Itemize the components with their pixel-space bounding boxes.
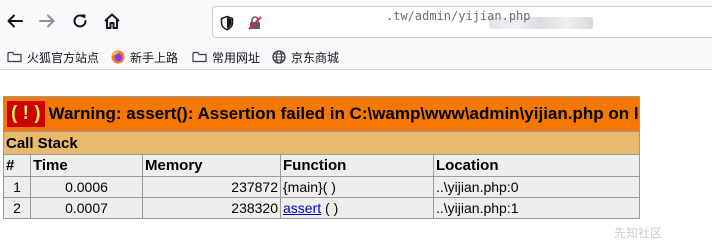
cell-memory: 238320	[142, 197, 281, 219]
column-header-memory: Memory	[142, 154, 281, 177]
xdebug-error-table: ( ! ) Warning: assert(): Assertion failed…	[3, 96, 640, 219]
bookmark-label: 常用网址	[212, 50, 261, 65]
forward-button[interactable]	[32, 6, 62, 36]
cell-time: 0.0007	[30, 197, 143, 219]
shield-icon[interactable]	[218, 14, 236, 32]
watermark: 先知社区	[614, 226, 663, 240]
column-header-location: Location	[433, 154, 640, 177]
call-stack-row: Call Stack	[3, 131, 640, 155]
warning-badge: ( ! )	[7, 101, 45, 127]
back-arrow-icon	[7, 14, 23, 28]
cell-location: ..\yijian.php:1	[433, 197, 640, 219]
column-header-time: Time	[30, 154, 143, 177]
forward-arrow-icon	[39, 14, 55, 28]
column-header-function: Function	[280, 154, 434, 177]
url-path: .tw/admin/yijian.php	[386, 9, 531, 23]
cell-function: {main}( )	[280, 176, 434, 198]
bookmark-common-sites[interactable]: 常用网址	[192, 47, 260, 67]
warning-header: ( ! ) Warning: assert(): Assertion failed…	[3, 96, 640, 132]
cell-function: assert ( )	[280, 197, 434, 219]
firefox-icon	[111, 50, 125, 64]
cell-time: 0.0006	[30, 176, 143, 198]
bookmark-label: 火狐官方站点	[27, 50, 100, 65]
cell-memory: 237872	[142, 176, 281, 198]
bookmark-firefox-official[interactable]: 火狐官方站点	[7, 47, 99, 67]
call-stack-title: Call Stack	[3, 131, 640, 155]
folder-icon	[7, 51, 22, 63]
bookmark-label: 新手上路	[130, 50, 179, 65]
insecure-lock-icon[interactable]	[246, 14, 264, 32]
function-suffix: ( )	[321, 200, 339, 216]
bookmark-label: 京东商城	[291, 50, 340, 65]
reload-button[interactable]	[65, 6, 95, 36]
bookmark-getting-started[interactable]: 新手上路	[111, 47, 178, 67]
cell-number: 1	[3, 176, 31, 198]
bookmarks-toolbar: 火狐官方站点 新手上路 常用网址 京东商城	[0, 44, 712, 70]
warning-message-text: Warning: assert(): Assertion failed in C…	[48, 104, 640, 123]
back-button[interactable]	[0, 6, 30, 36]
cell-number: 2	[3, 197, 31, 219]
home-icon	[104, 13, 120, 29]
table-row: 1 0.0006 237872 {main}( ) ..\yijian.php:…	[3, 176, 640, 198]
browser-navbar: .tw/admin/yijian.php	[0, 0, 712, 44]
folder-icon	[192, 51, 207, 63]
home-button[interactable]	[97, 6, 127, 36]
bookmark-jd-mall[interactable]: 京东商城	[272, 47, 339, 67]
cell-location: ..\yijian.php:0	[433, 176, 640, 198]
column-header-number: #	[3, 154, 31, 177]
function-doc-link[interactable]: assert	[283, 200, 321, 216]
warning-message: Warning: assert(): Assertion failed in C…	[48, 104, 640, 123]
column-header-row: # Time Memory Function Location	[3, 154, 640, 177]
table-row: 2 0.0007 238320 assert ( ) ..\yijian.php…	[3, 197, 640, 219]
warning-row: ( ! ) Warning: assert(): Assertion failed…	[3, 96, 640, 132]
reload-icon	[73, 14, 87, 28]
globe-icon	[272, 50, 286, 64]
